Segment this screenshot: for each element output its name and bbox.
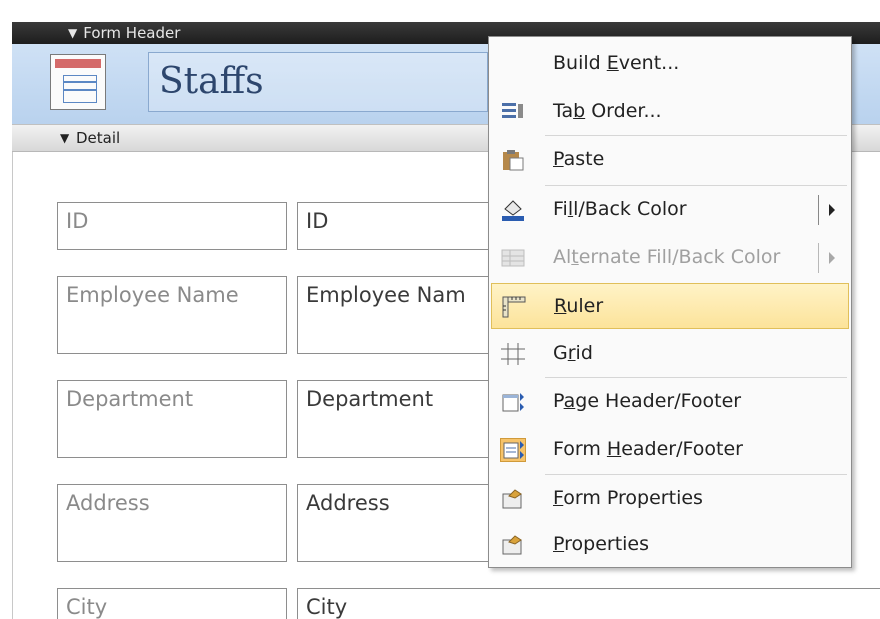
address-control[interactable]: Address — [297, 484, 517, 562]
menu-item-grid[interactable]: Grid — [491, 331, 849, 377]
menu-item-ruler[interactable]: Ruler — [491, 283, 849, 329]
form-title: Staffs — [159, 61, 264, 102]
form-properties-icon — [502, 489, 522, 509]
tab-order-icon — [502, 103, 523, 118]
paste-icon — [503, 150, 524, 171]
page-header-footer-icon — [502, 393, 524, 412]
submenu-arrow-icon — [829, 204, 835, 216]
context-menu: Build Event... Tab Order... Paste Fill/B… — [488, 36, 852, 568]
form-header-footer-icon — [500, 438, 526, 462]
city-control[interactable]: City — [297, 588, 880, 619]
id-control[interactable]: ID — [297, 202, 517, 250]
form-title-control[interactable]: Staffs — [148, 52, 488, 112]
section-collapse-arrow-icon: ▼ — [60, 131, 70, 145]
form-design-view: ▼ Form Header Staffs ▼ Detail ID ID Empl… — [0, 0, 880, 619]
fill-color-icon — [502, 200, 524, 221]
section-collapse-arrow-icon: ▼ — [68, 26, 78, 40]
form-logo-icon[interactable] — [50, 54, 106, 110]
menu-item-build-event[interactable]: Build Event... — [491, 41, 849, 87]
menu-item-properties[interactable]: Properties — [491, 522, 849, 568]
menu-item-page-header-footer[interactable]: Page Header/Footer — [491, 379, 849, 425]
employee-name-label[interactable]: Employee Name — [57, 276, 287, 354]
department-control[interactable]: Department — [297, 380, 517, 458]
menu-item-alternate-fill-back-color[interactable]: Alternate Fill/Back Color — [491, 235, 849, 281]
department-label[interactable]: Department — [57, 380, 287, 458]
menu-item-paste[interactable]: Paste — [491, 137, 849, 183]
menu-item-fill-back-color[interactable]: Fill/Back Color — [491, 187, 849, 233]
menu-item-tab-order[interactable]: Tab Order... — [491, 89, 849, 135]
properties-icon — [502, 535, 522, 555]
address-label[interactable]: Address — [57, 484, 287, 562]
submenu-arrow-icon — [829, 252, 835, 264]
menu-item-form-header-footer[interactable]: Form Header/Footer — [491, 427, 849, 473]
form-header-section-label: Form Header — [83, 24, 181, 42]
detail-section-label: Detail — [76, 129, 121, 147]
ruler-icon — [502, 296, 526, 318]
city-label[interactable]: City — [57, 588, 287, 619]
employee-name-control[interactable]: Employee Nam — [297, 276, 517, 354]
menu-item-form-properties[interactable]: Form Properties — [491, 476, 849, 522]
grid-icon — [501, 343, 525, 365]
alternate-fill-icon — [501, 249, 525, 267]
id-label[interactable]: ID — [57, 202, 287, 250]
